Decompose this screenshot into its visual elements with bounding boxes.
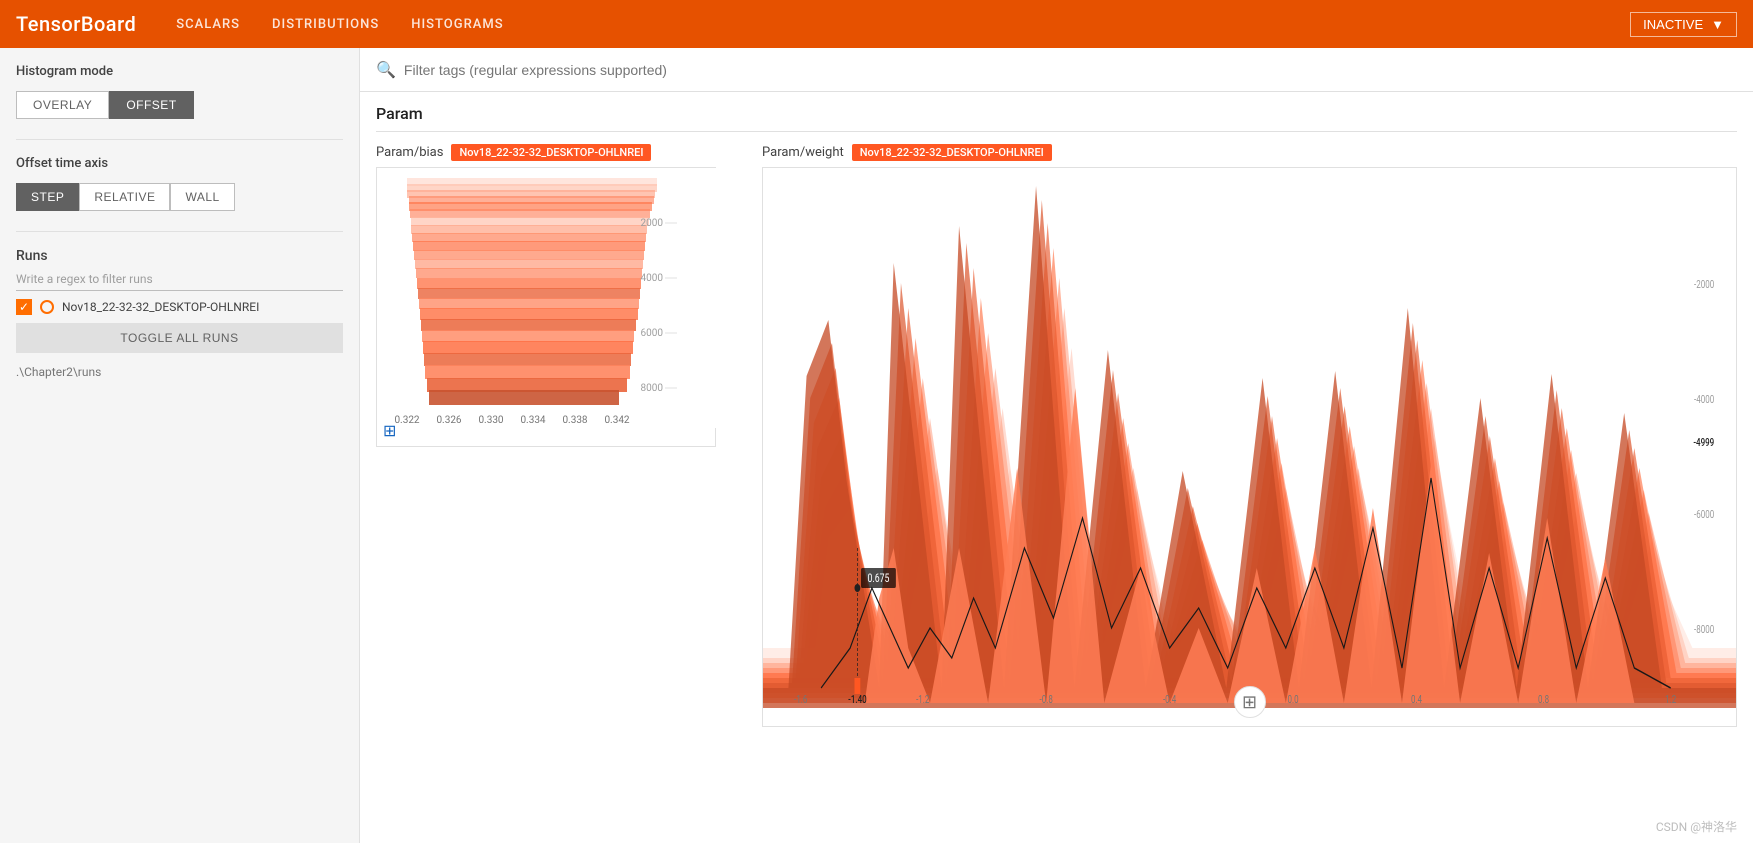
param-bias-expand-icon[interactable]: ⊞	[383, 421, 396, 440]
param-bias-title: Param/bias	[376, 145, 443, 160]
runs-section: Runs Write a regex to filter runs ✓ Nov1…	[16, 248, 343, 379]
header-right: INACTIVE ▼	[1630, 12, 1737, 37]
search-bar: 🔍	[360, 48, 1753, 92]
param-bias-svg: 0.322 0.326 0.330 0.334 0.338 0.342 2000…	[377, 168, 717, 428]
svg-text:-8000: -8000	[1694, 624, 1714, 637]
param-weight-expand-icon[interactable]: ⊞	[1234, 686, 1266, 718]
run-name-label: Nov18_22-32-32_DESKTOP-OHLNREI	[62, 300, 259, 314]
svg-text:8000: 8000	[641, 383, 664, 394]
offset-time-label: Offset time axis	[16, 156, 343, 171]
tag-filter-input[interactable]	[404, 62, 1737, 78]
param-weight-title-row: Param/weight Nov18_22-32-32_DESKTOP-OHLN…	[762, 144, 1737, 161]
param-weight-title: Param/weight	[762, 145, 844, 160]
svg-text:0.330: 0.330	[478, 415, 503, 426]
svg-text:0.4: 0.4	[1411, 694, 1423, 707]
time-relative-button[interactable]: RELATIVE	[79, 183, 170, 211]
search-icon: 🔍	[376, 60, 396, 79]
run-checkbox[interactable]: ✓	[16, 299, 32, 315]
dropdown-chevron-icon: ▼	[1711, 17, 1724, 32]
watermark: CSDN @神洛华	[1656, 818, 1737, 835]
content-area: 🔍 Param Param/bias Nov18_22-32-32_DESKTO…	[360, 48, 1753, 843]
param-weight-run-badge: Nov18_22-32-32_DESKTOP-OHLNREI	[852, 144, 1052, 161]
app-header: TensorBoard SCALARS DISTRIBUTIONS HISTOG…	[0, 0, 1753, 48]
param-bias-title-row: Param/bias Nov18_22-32-32_DESKTOP-OHLNRE…	[376, 144, 746, 161]
svg-text:-1.2: -1.2	[916, 694, 930, 707]
svg-text:0.342: 0.342	[604, 415, 629, 426]
svg-text:-6000: -6000	[1694, 509, 1714, 522]
svg-text:-2000: -2000	[1694, 279, 1714, 292]
content-inner: Param Param/bias Nov18_22-32-32_DESKTOP-…	[360, 92, 1753, 739]
svg-text:-0.4: -0.4	[1163, 694, 1177, 707]
histogram-mode-label: Histogram mode	[16, 64, 343, 79]
param-weight-container: Param/weight Nov18_22-32-32_DESKTOP-OHLN…	[762, 144, 1737, 727]
histogram-mode-section: Histogram mode OVERLAY OFFSET	[16, 64, 343, 119]
svg-text:-1.40: -1.40	[848, 694, 867, 707]
svg-text:1.2: 1.2	[1665, 694, 1677, 707]
offset-time-section: Offset time axis STEP RELATIVE WALL	[16, 156, 343, 211]
mode-overlay-button[interactable]: OVERLAY	[16, 91, 109, 119]
param-bias-container: Param/bias Nov18_22-32-32_DESKTOP-OHLNRE…	[376, 144, 746, 727]
svg-text:6000: 6000	[641, 328, 664, 339]
divider-2	[16, 231, 343, 232]
data-path-label: .\Chapter2\runs	[16, 365, 343, 379]
mode-buttons-group: OVERLAY OFFSET	[16, 91, 343, 119]
svg-text:-1.6: -1.6	[794, 694, 807, 707]
status-label: INACTIVE	[1643, 17, 1703, 32]
svg-text:0.338: 0.338	[562, 415, 587, 426]
mode-offset-button[interactable]: OFFSET	[109, 91, 193, 119]
svg-text:0.326: 0.326	[436, 415, 461, 426]
app-logo: TensorBoard	[16, 12, 136, 36]
runs-label: Runs	[16, 248, 343, 264]
status-button[interactable]: INACTIVE ▼	[1630, 12, 1737, 37]
section-title: Param	[376, 104, 1737, 132]
runs-filter-label: Write a regex to filter runs	[16, 272, 343, 291]
svg-text:0.0: 0.0	[1288, 694, 1299, 707]
svg-text:2000: 2000	[641, 218, 664, 229]
svg-text:0.322: 0.322	[394, 415, 419, 426]
sidebar: Histogram mode OVERLAY OFFSET Offset tim…	[0, 48, 360, 843]
param-bias-run-badge: Nov18_22-32-32_DESKTOP-OHLNREI	[451, 144, 651, 161]
time-wall-button[interactable]: WALL	[170, 183, 234, 211]
svg-text:0.675: 0.675	[868, 571, 890, 586]
main-nav: SCALARS DISTRIBUTIONS HISTOGRAMS	[176, 13, 503, 36]
nav-scalars[interactable]: SCALARS	[176, 13, 240, 36]
param-weight-chart: -1.6 -1.40 -1.2 -0.8 -0.4 0.0 0.4 0.8 1.…	[762, 167, 1737, 727]
charts-row: Param/bias Nov18_22-32-32_DESKTOP-OHLNRE…	[376, 144, 1737, 727]
param-bias-chart: 0.322 0.326 0.330 0.334 0.338 0.342 2000…	[376, 167, 716, 447]
nav-distributions[interactable]: DISTRIBUTIONS	[272, 13, 379, 36]
time-buttons-group: STEP RELATIVE WALL	[16, 183, 343, 211]
svg-text:0.334: 0.334	[520, 415, 545, 426]
param-weight-svg: -1.6 -1.40 -1.2 -0.8 -0.4 0.0 0.4 0.8 1.…	[763, 168, 1736, 708]
divider-1	[16, 139, 343, 140]
nav-histograms[interactable]: HISTOGRAMS	[411, 13, 503, 36]
time-step-button[interactable]: STEP	[16, 183, 79, 211]
checkmark-icon: ✓	[19, 300, 29, 314]
run-item: ✓ Nov18_22-32-32_DESKTOP-OHLNREI	[16, 299, 343, 315]
svg-text:-4999: -4999	[1693, 437, 1714, 450]
run-color-circle	[40, 300, 54, 314]
svg-text:0.8: 0.8	[1538, 694, 1549, 707]
main-layout: Histogram mode OVERLAY OFFSET Offset tim…	[0, 48, 1753, 843]
toggle-all-runs-button[interactable]: TOGGLE ALL RUNS	[16, 323, 343, 353]
svg-text:4000: 4000	[641, 273, 664, 284]
svg-text:-0.8: -0.8	[1040, 694, 1053, 707]
svg-text:-4000: -4000	[1694, 394, 1714, 407]
